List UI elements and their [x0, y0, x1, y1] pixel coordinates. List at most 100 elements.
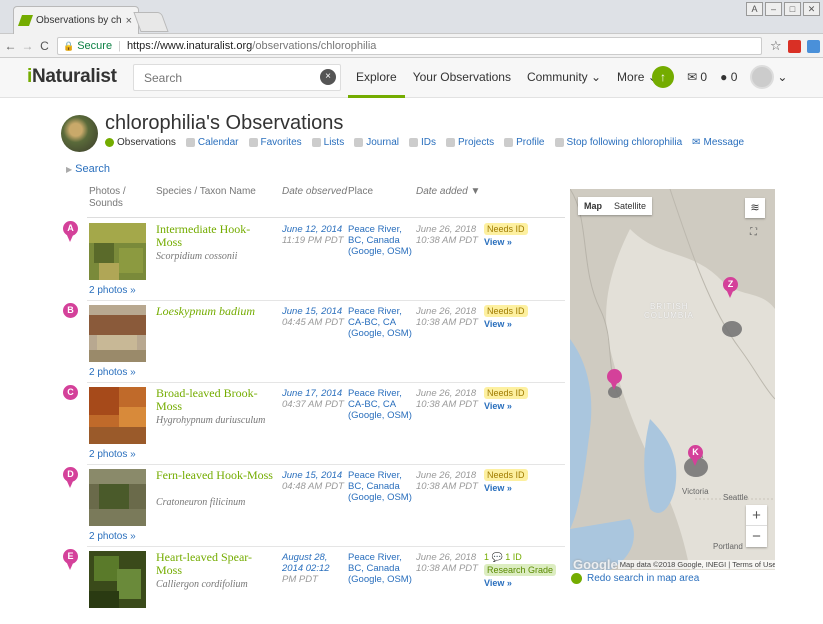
common-name-link[interactable]: Intermediate Hook-Moss: [156, 223, 276, 249]
upload-icon[interactable]: ↑: [652, 66, 674, 88]
nav-explore[interactable]: Explore: [348, 58, 405, 98]
subnav-observations[interactable]: Observations: [105, 137, 176, 148]
date-observed-date[interactable]: August 28, 2014 02:12: [282, 552, 344, 574]
date-observed-date[interactable]: June 15, 2014: [282, 306, 344, 317]
subnav-favorites[interactable]: Favorites: [248, 137, 302, 148]
view-link[interactable]: View »: [484, 319, 512, 329]
url-input[interactable]: 🔒 Secure | https://www.inaturalist.org /…: [57, 37, 762, 55]
user-menu[interactable]: ⌄: [750, 65, 787, 89]
notifications-count: 0: [730, 70, 738, 84]
map-marker-icon[interactable]: [607, 369, 622, 390]
extension-icon[interactable]: [806, 39, 820, 53]
status-cell: Needs ID View »: [484, 223, 528, 249]
bookmark-star-icon[interactable]: ☆: [770, 38, 782, 54]
search-clear-icon[interactable]: ×: [320, 69, 336, 85]
subnav-journal[interactable]: Journal: [354, 137, 399, 148]
map-marker-icon[interactable]: Z: [723, 277, 738, 298]
photos-link[interactable]: 2 photos »: [89, 285, 136, 296]
map-marker-icon[interactable]: E: [63, 549, 78, 570]
common-name-link[interactable]: Heart-leaved Spear-Moss: [156, 551, 276, 577]
header-date-observed[interactable]: Date observed: [282, 186, 347, 198]
back-icon[interactable]: ←: [4, 39, 17, 53]
header-species[interactable]: Species / Taxon Name: [156, 186, 256, 198]
view-link[interactable]: View »: [484, 237, 512, 247]
redo-search-button[interactable]: Redo search in map area: [571, 573, 699, 584]
profile-icon: [504, 138, 514, 147]
subnav-profile[interactable]: Profile: [504, 137, 545, 148]
map-tab-map[interactable]: Map: [578, 197, 608, 215]
map-tab-satellite[interactable]: Satellite: [608, 197, 652, 215]
date-observed: June 12, 2014 11:19 PM PDT: [282, 224, 344, 246]
date-observed-date[interactable]: June 12, 2014: [282, 224, 344, 235]
observation-photo[interactable]: [89, 223, 146, 280]
subnav-ids[interactable]: IDs: [409, 137, 436, 148]
header-photos: Photos / Sounds: [89, 186, 126, 209]
place-link[interactable]: Peace River, BC, Canada (Google, OSM): [348, 552, 414, 585]
observations-icon: [105, 138, 114, 147]
user-photo[interactable]: [61, 115, 98, 152]
map-marker-icon[interactable]: B: [63, 303, 78, 318]
view-link[interactable]: View »: [484, 578, 512, 588]
date-observed-time: PM PDT: [282, 574, 318, 585]
site-search-input[interactable]: [134, 65, 304, 90]
place-link[interactable]: Peace River, BC, Canada (Google, OSM): [348, 470, 414, 503]
browser-tab[interactable]: Observations by chlorophilia ×: [13, 6, 139, 34]
messages-button[interactable]: ✉ 0: [687, 70, 707, 84]
calendar-extension-icon[interactable]: [787, 39, 801, 53]
date-observed: June 15, 2014 04:45 AM PDT: [282, 306, 344, 328]
observation-photo[interactable]: [89, 551, 146, 608]
header-date-added[interactable]: Date added ▼: [416, 186, 480, 198]
date-observed-date[interactable]: June 15, 2014: [282, 470, 344, 481]
tab-close-icon[interactable]: ×: [126, 15, 132, 27]
view-link[interactable]: View »: [484, 401, 512, 411]
date-observed-date[interactable]: June 17, 2014: [282, 388, 344, 399]
observation-photo[interactable]: [89, 305, 146, 362]
observation-photo[interactable]: [89, 387, 146, 444]
user-icon[interactable]: A: [746, 2, 763, 16]
subnav-lists[interactable]: Lists: [311, 137, 344, 148]
observations-map[interactable]: BRITISH COLUMBIA Va Victoria Seattle Por…: [570, 189, 775, 570]
subnav-calendar[interactable]: Calendar: [185, 137, 239, 148]
observation-photo[interactable]: [89, 469, 146, 526]
map-marker-icon[interactable]: D: [63, 467, 78, 488]
status-badge: Needs ID: [484, 387, 528, 399]
map-marker-icon[interactable]: C: [63, 385, 78, 400]
common-name-link[interactable]: Broad-leaved Brook-Moss: [156, 387, 276, 413]
subnav-stop-following[interactable]: Stop following chlorophilia: [554, 137, 682, 148]
search-toggle[interactable]: ▶ Search: [66, 163, 110, 175]
refresh-icon: [571, 573, 582, 584]
close-window-icon[interactable]: ✕: [803, 2, 820, 16]
subnav-projects[interactable]: Projects: [446, 137, 494, 148]
terms-link[interactable]: Terms of Use: [732, 560, 775, 569]
zoom-out-button[interactable]: −: [746, 526, 767, 547]
place-link[interactable]: Peace River, CA-BC, CA (Google, OSM): [348, 306, 414, 339]
forward-icon[interactable]: →: [21, 39, 34, 53]
photos-link[interactable]: 2 photos »: [89, 449, 136, 460]
new-tab-button[interactable]: [133, 12, 169, 32]
header-place[interactable]: Place: [348, 186, 373, 198]
fullscreen-icon[interactable]: ⛶: [750, 227, 757, 238]
zoom-in-button[interactable]: +: [746, 505, 767, 526]
map-city-label: Victoria: [682, 487, 709, 496]
place-link[interactable]: Peace River, CA-BC, CA (Google, OSM): [348, 388, 414, 421]
notifications-button[interactable]: ● 0: [720, 70, 737, 84]
photos-link[interactable]: 2 photos »: [89, 531, 136, 542]
common-name-link[interactable]: Fern-leaved Hook-Moss: [156, 469, 276, 482]
nav-community[interactable]: Community ⌄: [519, 58, 609, 98]
inaturalist-logo[interactable]: iNaturalist: [27, 66, 117, 88]
subnav-message[interactable]: ✉ Message: [692, 137, 744, 148]
status-cell: 1 💬 1 ID Research Grade View »: [484, 551, 557, 590]
reload-icon[interactable]: C: [38, 39, 51, 53]
map-marker-icon[interactable]: A: [63, 221, 78, 242]
nav-your-observations[interactable]: Your Observations: [405, 58, 519, 98]
table-row: A 2 photos » Intermediate Hook-Moss Scor…: [60, 219, 565, 301]
layers-icon[interactable]: ≋: [745, 198, 765, 218]
common-name-link[interactable]: Loeskypnum badium: [156, 305, 276, 318]
maximize-icon[interactable]: □: [784, 2, 801, 16]
scientific-name: Cratoneuron filicinum: [156, 497, 246, 508]
map-marker-icon[interactable]: K: [688, 445, 703, 466]
view-link[interactable]: View »: [484, 483, 512, 493]
photos-link[interactable]: 2 photos »: [89, 367, 136, 378]
minimize-icon[interactable]: –: [765, 2, 782, 16]
place-link[interactable]: Peace River, BC, Canada (Google, OSM): [348, 224, 414, 257]
